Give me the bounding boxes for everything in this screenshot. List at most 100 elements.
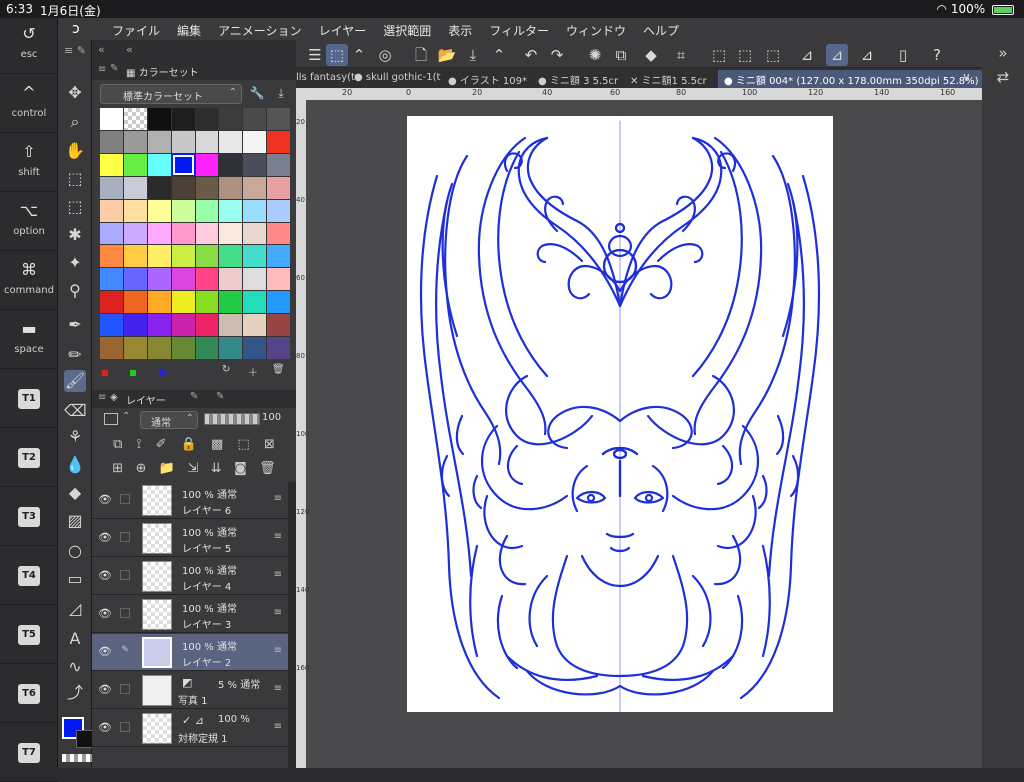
selection-border-icon[interactable]: ⬚ xyxy=(762,44,784,66)
color-swatch[interactable] xyxy=(267,245,290,268)
color-swatch[interactable] xyxy=(195,130,219,153)
layer-lock-checkbox[interactable] xyxy=(120,532,130,542)
menu-item-0[interactable]: ファイル xyxy=(112,22,160,39)
color-swatch[interactable] xyxy=(123,108,147,130)
ruler-icon[interactable]: ◿ xyxy=(64,598,86,620)
modifier-key-esc[interactable]: ↺ esc xyxy=(0,18,58,74)
color-swatch[interactable] xyxy=(100,268,123,291)
document-tab[interactable]: ● ミニ額 3 5.5cr xyxy=(538,72,618,87)
color-swatch[interactable] xyxy=(243,199,267,222)
color-swatch[interactable] xyxy=(219,268,243,291)
visibility-eye-icon[interactable]: 👁 xyxy=(98,493,112,506)
document-tab[interactable]: lls fantasy(t xyxy=(296,72,355,83)
color-swatch[interactable] xyxy=(123,291,147,314)
decoration-icon[interactable]: ⚘ xyxy=(64,426,86,448)
color-swatch[interactable] xyxy=(195,153,219,176)
modifier-key-space[interactable]: ▬ space xyxy=(0,313,58,369)
color-swatch[interactable] xyxy=(219,337,243,359)
layer-row[interactable]: 👁 100 % 通常 レイヤー 3 ≡ xyxy=(92,596,288,633)
color-swatch[interactable] xyxy=(219,153,243,176)
new-raster-layer-icon[interactable]: ⊞ xyxy=(112,461,123,476)
color-swatch[interactable] xyxy=(267,314,290,337)
color-swatch[interactable] xyxy=(147,268,171,291)
sync-icon[interactable]: ⇄ xyxy=(992,68,1014,90)
color-swatch[interactable] xyxy=(195,268,219,291)
color-swatch[interactable] xyxy=(243,291,267,314)
chevron-updown-icon[interactable]: ⌃ xyxy=(122,411,130,422)
invert-selection-icon[interactable]: ⬚ xyxy=(734,44,756,66)
color-swatch[interactable] xyxy=(219,199,243,222)
redo-icon[interactable]: ↷ xyxy=(546,44,568,66)
color-swatch[interactable] xyxy=(267,291,290,314)
color-swatch[interactable] xyxy=(243,130,267,153)
trash-icon[interactable]: 🗑 xyxy=(259,461,276,476)
modifier-key-option[interactable]: ⌥ option xyxy=(0,195,58,251)
tabs-dropdown-icon[interactable]: ∨ xyxy=(962,70,971,84)
new-folder-icon[interactable]: 📁 xyxy=(159,461,175,476)
color-swatch[interactable] xyxy=(219,176,243,199)
color-swatch[interactable] xyxy=(267,222,290,245)
layer-row[interactable]: ✓ ⊿ 👁 100 % 対称定規 1 ≡ xyxy=(92,710,288,747)
zoom-icon[interactable]: ⌕ xyxy=(64,111,86,133)
color-swatch[interactable] xyxy=(147,176,171,199)
color-swatch[interactable] xyxy=(171,337,195,359)
color-swatch[interactable] xyxy=(267,176,290,199)
snap-special-icon[interactable]: ⊿ xyxy=(826,44,848,66)
trash-icon[interactable]: 🗑 xyxy=(272,364,285,375)
color-swatch[interactable] xyxy=(219,314,243,337)
layer-row[interactable]: 👁 100 % 通常 レイヤー 4 ≡ xyxy=(92,558,288,595)
layer-lock-checkbox[interactable] xyxy=(120,570,130,580)
tool-panel-menu-icon[interactable]: ≡ ✎ xyxy=(64,44,86,57)
crop-icon[interactable]: ⌗ xyxy=(670,44,692,66)
edit-pen-icon[interactable]: ✎ xyxy=(120,646,130,656)
shortcut-key-t4[interactable]: T4 xyxy=(0,549,58,605)
color-swatch[interactable] xyxy=(100,337,123,359)
color-swatch[interactable] xyxy=(123,130,147,153)
shortcut-key-t3[interactable]: T3 xyxy=(0,490,58,546)
fill-icon[interactable]: ◆ xyxy=(64,482,86,504)
color-swatch[interactable] xyxy=(147,199,171,222)
color-swatch[interactable] xyxy=(123,199,147,222)
layer-drag-handle-icon[interactable]: ≡ xyxy=(274,721,282,732)
new-vector-layer-icon[interactable]: ⊕ xyxy=(136,461,147,476)
layer-select-icon[interactable]: ⬚ xyxy=(326,44,348,66)
color-swatch[interactable] xyxy=(123,176,147,199)
color-swatch[interactable] xyxy=(171,130,195,153)
color-swatch[interactable] xyxy=(100,108,123,130)
menu-item-8[interactable]: ヘルプ xyxy=(643,22,679,39)
spinner-icon[interactable]: ✺ xyxy=(584,44,606,66)
app-logo-icon[interactable]: ↄ xyxy=(72,21,92,37)
draft-layer-icon[interactable]: ✐ xyxy=(156,437,167,452)
mask-icon[interactable]: ⬚ xyxy=(237,437,249,452)
visibility-eye-icon[interactable]: 👁 xyxy=(98,569,112,582)
device-icon[interactable]: ▯ xyxy=(892,44,914,66)
layer-row[interactable]: 👁 100 % 通常 レイヤー 6 ≡ xyxy=(92,482,288,519)
color-swatch[interactable] xyxy=(219,108,243,130)
layer-drag-handle-icon[interactable]: ≡ xyxy=(274,569,282,580)
document-tab[interactable]: ✕ ミニ額1 5.5cr xyxy=(630,72,707,87)
layer-drag-handle-icon[interactable]: ≡ xyxy=(274,645,282,656)
visibility-eye-icon[interactable]: 👁 xyxy=(98,607,112,620)
magic-wand-icon[interactable]: ✦ xyxy=(64,252,86,274)
mask-off-icon[interactable]: ⊠ xyxy=(264,437,275,452)
menu-item-2[interactable]: アニメーション xyxy=(218,22,302,39)
color-swatch[interactable] xyxy=(171,108,195,130)
pen-tab-icon[interactable]: ✎ xyxy=(190,391,198,402)
shortcut-key-t5[interactable]: T5 xyxy=(0,608,58,664)
download-icon[interactable]: ⤓ xyxy=(272,86,290,104)
transform-icon[interactable]: ⧉ xyxy=(610,44,632,66)
color-swatch[interactable] xyxy=(171,314,195,337)
color-swatch[interactable] xyxy=(219,245,243,268)
visibility-eye-icon[interactable]: 👁 xyxy=(98,531,112,544)
color-swatch[interactable] xyxy=(123,153,147,176)
color-swatch[interactable] xyxy=(267,199,290,222)
wrench-icon[interactable]: 🔧 xyxy=(248,86,266,104)
layer-row[interactable]: 👁 ✎ 100 % 通常 レイヤー 2 ≡ xyxy=(92,634,288,671)
color-swatch[interactable] xyxy=(147,245,171,268)
color-swatch[interactable] xyxy=(171,176,195,199)
correct-line-icon[interactable]: ⤴ xyxy=(64,682,86,704)
layer-lock-checkbox[interactable] xyxy=(120,608,130,618)
object-select-icon[interactable]: ⬚ xyxy=(64,168,86,190)
color-swatch[interactable] xyxy=(147,108,171,130)
color-swatch[interactable] xyxy=(123,314,147,337)
